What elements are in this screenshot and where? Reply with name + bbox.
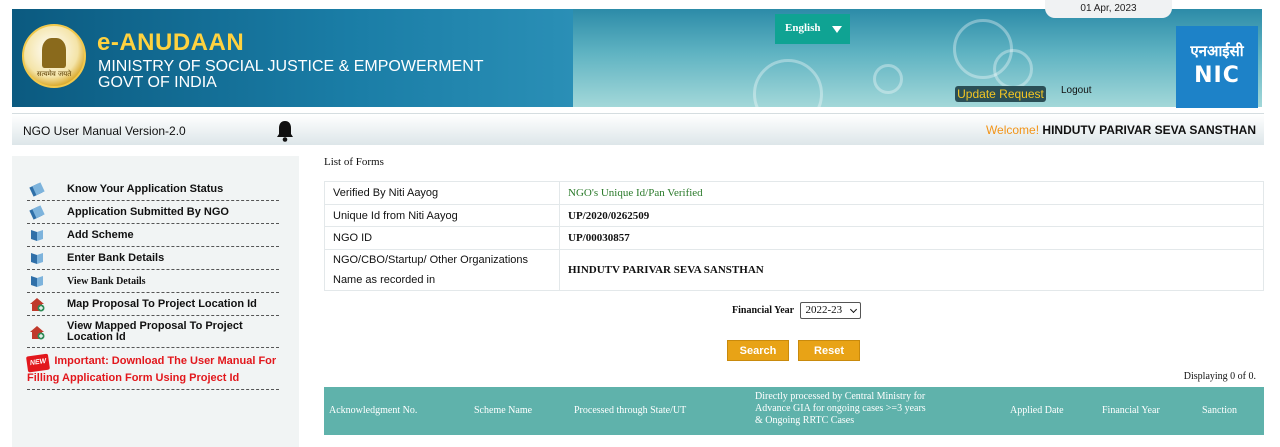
logout-link[interactable]: Logout bbox=[1061, 85, 1092, 96]
column-header[interactable]: Financial Year bbox=[1102, 405, 1160, 417]
chevron-down-icon bbox=[832, 26, 842, 33]
emblem-lions-icon bbox=[42, 38, 66, 68]
update-request-button[interactable]: Update Request bbox=[955, 86, 1046, 102]
sidebar-item-view-bank[interactable]: View Bank Details bbox=[27, 270, 279, 293]
user-name: HINDUTV PARIVAR SEVA SANSTHAN bbox=[1042, 123, 1256, 137]
current-date: 01 Apr, 2023 bbox=[1045, 0, 1172, 18]
bell-icon[interactable] bbox=[275, 120, 295, 142]
ngo-info-table: Verified By Niti Aayog NGO's Unique Id/P… bbox=[324, 181, 1264, 291]
download-manual-link[interactable]: NEW Important: Download The User Manual F… bbox=[25, 348, 279, 390]
chevron-down-icon bbox=[850, 305, 858, 314]
financial-year-select[interactable]: 2022-23 bbox=[800, 302, 862, 319]
sidebar-item-application-submitted[interactable]: Application Submitted By NGO bbox=[27, 201, 279, 224]
column-header[interactable]: Directly processed by Central Ministry f… bbox=[755, 391, 933, 427]
swirl-decor-icon bbox=[873, 64, 903, 94]
main-content: List of Forms Verified By Niti Aayog NGO… bbox=[324, 150, 1264, 447]
header-decor-panel: English bbox=[573, 9, 1262, 107]
sub-header-bar: NGO User Manual Version-2.0 Welcome! HIN… bbox=[12, 113, 1264, 145]
reset-button[interactable]: Reset bbox=[798, 340, 860, 361]
financial-year-filter: Financial Year 2022-23 bbox=[732, 302, 862, 319]
search-button[interactable]: Search bbox=[727, 340, 789, 361]
sidebar-item-label: Map Proposal To Project Location Id bbox=[67, 297, 257, 310]
financial-year-value: 2022-23 bbox=[805, 304, 843, 316]
house-add-icon bbox=[30, 325, 45, 339]
welcome-label: Welcome! bbox=[985, 123, 1040, 137]
info-key: NGO/CBO/Startup/ Other Organizations Nam… bbox=[324, 249, 560, 291]
table-row: Unique Id from Niti Aayog UP/2020/026250… bbox=[324, 204, 1264, 227]
header-banner: सत्यमेव जयते e-ANUDAAN MINISTRY OF SOCIA… bbox=[12, 9, 573, 107]
info-key: Verified By Niti Aayog bbox=[324, 181, 560, 205]
column-header[interactable]: Sanction bbox=[1202, 405, 1237, 417]
column-header[interactable]: Scheme Name bbox=[474, 405, 532, 417]
welcome-message: Welcome! HINDUTV PARIVAR SEVA SANSTHAN bbox=[986, 123, 1256, 137]
table-row: Verified By Niti Aayog NGO's Unique Id/P… bbox=[324, 181, 1264, 205]
header: सत्यमेव जयते e-ANUDAAN MINISTRY OF SOCIA… bbox=[0, 0, 1280, 108]
list-title: List of Forms bbox=[324, 156, 384, 168]
results-table-header: Acknowledgment No. Scheme Name Processed… bbox=[324, 387, 1264, 435]
nic-hindi-text: एनआईसी bbox=[1190, 42, 1244, 60]
sidebar-item-view-mapped-proposal[interactable]: View Mapped Proposal To Project Location… bbox=[27, 316, 279, 348]
book-open-icon bbox=[31, 230, 43, 241]
sidebar-item-label: View Mapped Proposal To Project Location… bbox=[67, 319, 243, 343]
books-icon bbox=[29, 182, 45, 197]
sidebar-item-application-status[interactable]: Know Your Application Status bbox=[27, 178, 279, 201]
sidebar-item-label: Know Your Application Status bbox=[67, 182, 224, 195]
financial-year-label: Financial Year bbox=[732, 304, 794, 316]
table-row: NGO/CBO/Startup/ Other Organizations Nam… bbox=[324, 249, 1264, 291]
books-icon bbox=[29, 205, 45, 220]
swirl-decor-icon bbox=[993, 49, 1033, 89]
sidebar-item-map-proposal[interactable]: Map Proposal To Project Location Id bbox=[27, 293, 279, 316]
sidebar-item-enter-bank[interactable]: Enter Bank Details bbox=[27, 247, 279, 270]
info-value: NGO's Unique Id/Pan Verified bbox=[559, 181, 1264, 205]
sidebar-item-label: Application Submitted By NGO bbox=[67, 205, 229, 218]
national-emblem-icon: सत्यमेव जयते bbox=[22, 24, 86, 88]
table-row: NGO ID UP/00030857 bbox=[324, 226, 1264, 250]
sidebar-item-add-scheme[interactable]: Add Scheme bbox=[27, 224, 279, 247]
displaying-count: Displaying 0 of 0. bbox=[1183, 371, 1256, 382]
swirl-decor-icon bbox=[753, 59, 823, 107]
info-key: NGO ID bbox=[324, 226, 560, 250]
nic-en-text: NIC bbox=[1194, 63, 1240, 88]
info-value: HINDUTV PARIVAR SEVA SANSTHAN bbox=[559, 249, 1264, 291]
important-notice-text: Important: Download The User Manual For … bbox=[27, 355, 277, 384]
language-label: English bbox=[785, 22, 821, 34]
sidebar-item-label: Enter Bank Details bbox=[67, 251, 165, 264]
sidebar-item-label: View Bank Details bbox=[67, 275, 146, 287]
book-open-icon bbox=[31, 253, 43, 264]
column-header[interactable]: Applied Date bbox=[1010, 405, 1064, 417]
brand-title: e-ANUDAAN bbox=[97, 29, 245, 56]
nic-logo: एनआईसी NIC bbox=[1176, 26, 1258, 108]
govt-name: GOVT OF INDIA bbox=[98, 74, 217, 91]
sidebar: Know Your Application Status Application… bbox=[12, 156, 299, 447]
info-value: UP/00030857 bbox=[559, 226, 1264, 250]
new-badge-icon: NEW bbox=[25, 353, 51, 373]
sidebar-menu: Know Your Application Status Application… bbox=[25, 178, 279, 390]
user-manual-label: NGO User Manual Version-2.0 bbox=[23, 124, 186, 138]
emblem-caption: सत्यमेव जयते bbox=[36, 70, 72, 78]
sidebar-item-label: Add Scheme bbox=[67, 228, 134, 241]
language-dropdown[interactable]: English bbox=[775, 14, 850, 44]
column-header[interactable]: Processed through State/UT bbox=[574, 405, 686, 417]
book-open-icon bbox=[31, 276, 43, 287]
info-value: UP/2020/0262509 bbox=[559, 204, 1264, 227]
info-key: Unique Id from Niti Aayog bbox=[324, 204, 560, 227]
house-add-icon bbox=[30, 298, 45, 312]
column-header[interactable]: Acknowledgment No. bbox=[329, 405, 417, 417]
